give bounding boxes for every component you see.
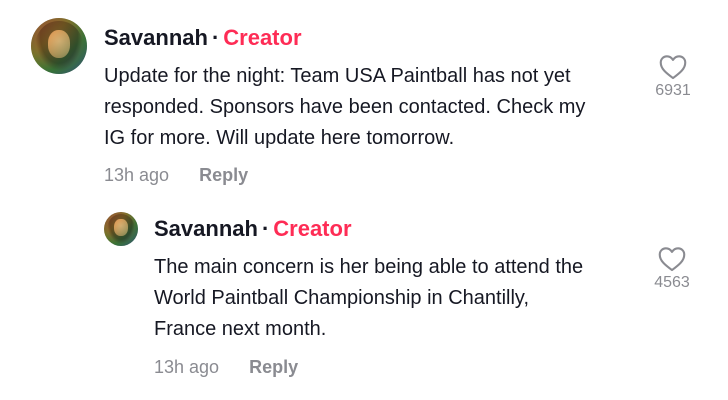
- comment-text-line: IG for more. Will update here tomorrow.: [104, 127, 455, 149]
- username[interactable]: Savannah: [154, 216, 258, 241]
- like-button[interactable]: 4563: [649, 246, 695, 292]
- comment-meta: 13h ago Reply: [104, 164, 248, 186]
- comment-text-line: World Paintball Championship in Chantill…: [154, 287, 529, 309]
- timestamp: 13h ago: [104, 165, 170, 185]
- comment-meta: 13h ago Reply: [154, 356, 298, 378]
- reply-button[interactable]: Reply: [199, 165, 248, 185]
- comment-text-line: Update for the night: Team USA Paintball…: [104, 65, 571, 87]
- comment-header: Savannah · Creator: [154, 215, 352, 243]
- username[interactable]: Savannah: [104, 25, 208, 50]
- comment-text: The main concern is her being able to at…: [154, 252, 644, 345]
- separator: ·: [261, 216, 270, 241]
- timestamp: 13h ago: [154, 357, 220, 377]
- comment-text-line: The main concern is her being able to at…: [154, 256, 584, 278]
- heart-outline-icon[interactable]: [649, 246, 695, 272]
- comment-text-line: responded. Sponsors have been contacted.…: [104, 96, 586, 118]
- comment: Savannah · Creator Update for the night: T…: [0, 0, 728, 200]
- reply-button[interactable]: Reply: [249, 357, 298, 377]
- comment-header: Savannah · Creator: [104, 24, 302, 52]
- reply-comment: Savannah · Creator The main concern is her…: [0, 200, 728, 400]
- creator-badge: Creator: [223, 25, 302, 50]
- like-count: 4563: [654, 274, 690, 291]
- avatar[interactable]: [31, 18, 87, 74]
- like-count: 6931: [655, 82, 691, 99]
- comment-text: Update for the night: Team USA Paintball…: [104, 61, 644, 154]
- separator: ·: [211, 25, 220, 50]
- avatar[interactable]: [104, 212, 138, 246]
- heart-outline-icon[interactable]: [650, 54, 696, 80]
- creator-badge: Creator: [273, 216, 352, 241]
- comment-text-line: France next month.: [154, 318, 327, 340]
- like-button[interactable]: 6931: [650, 54, 696, 100]
